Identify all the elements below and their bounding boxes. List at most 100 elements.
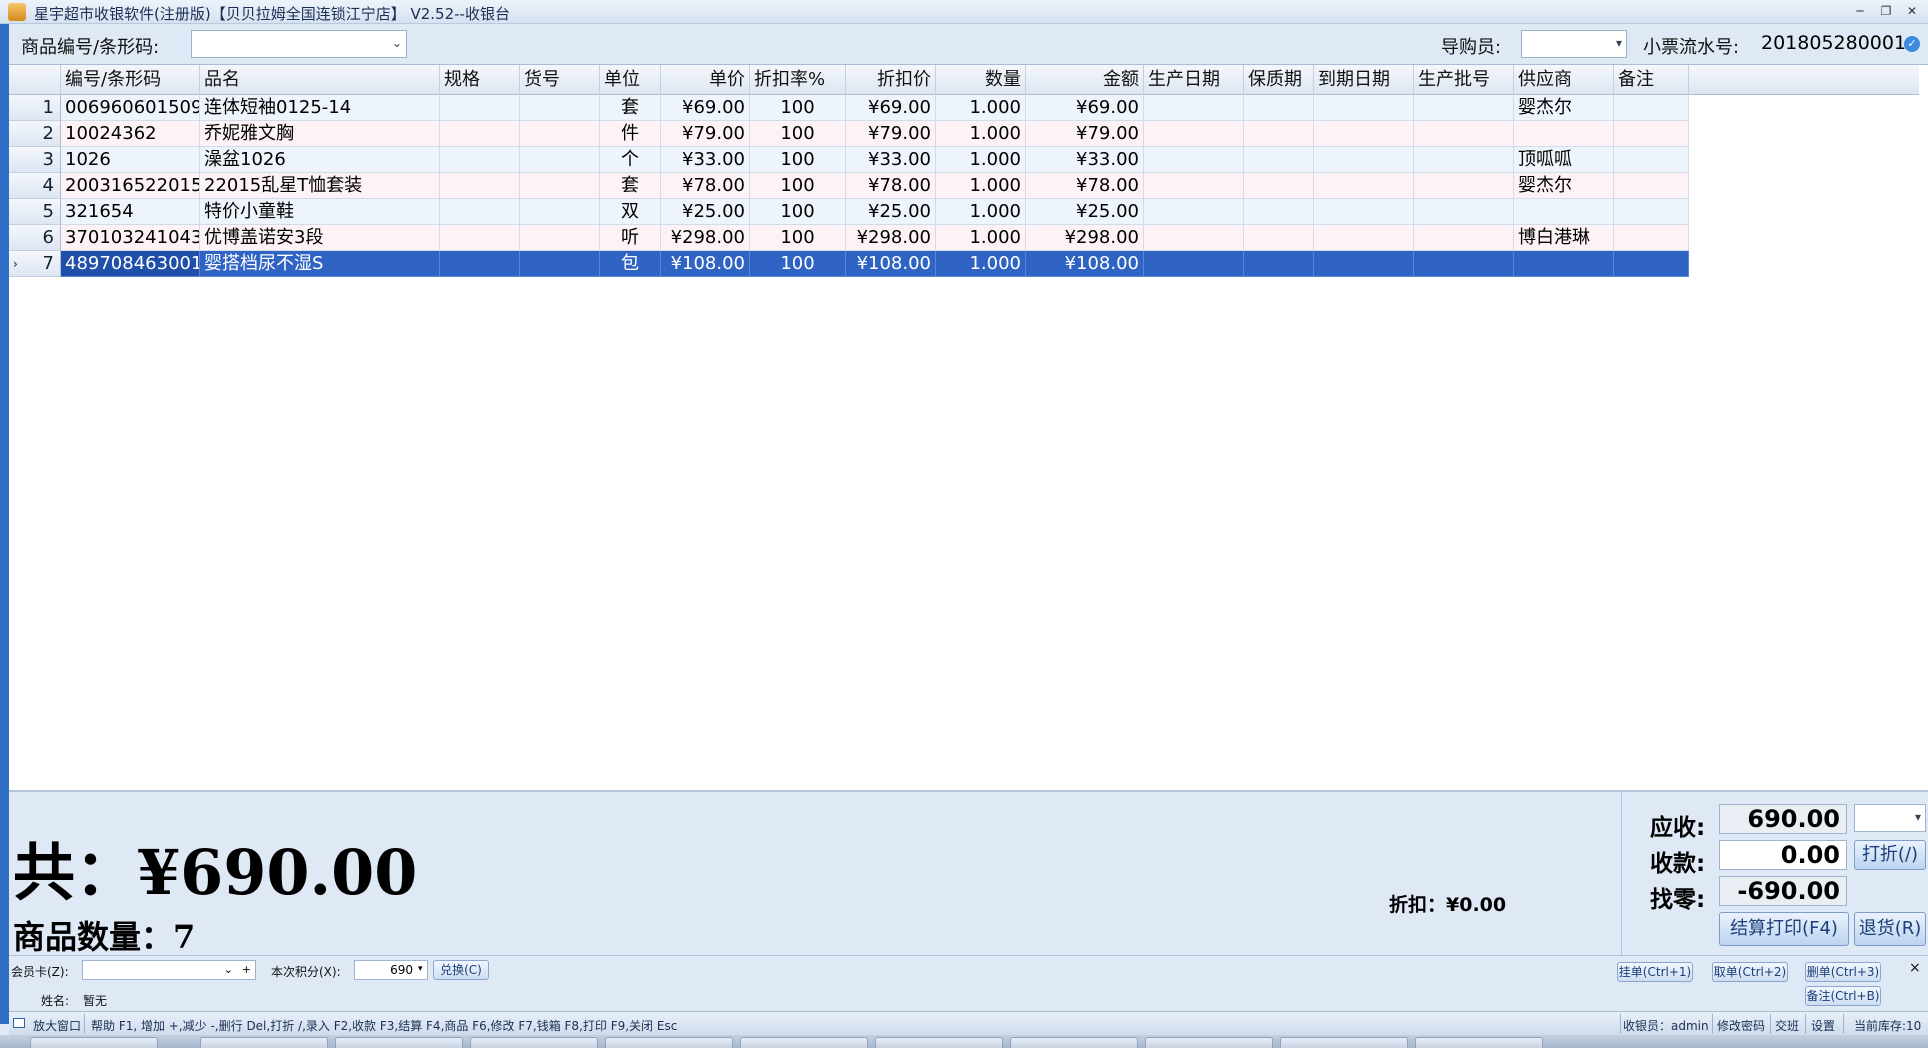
cell-qty[interactable]: 1.000 [936, 251, 1026, 277]
cell-unit[interactable]: 件 [600, 121, 661, 147]
col-header[interactable]: 备注 [1614, 65, 1689, 95]
cell-batch[interactable] [1414, 147, 1514, 173]
cell-supplier[interactable]: 博白港琳 [1514, 225, 1614, 251]
hold-order-button[interactable]: 挂单(Ctrl+1) [1617, 962, 1693, 982]
cell-code[interactable]: 1026 [61, 147, 200, 173]
cell-spec[interactable] [440, 95, 520, 121]
cell-note[interactable] [1614, 147, 1689, 173]
cell-batch[interactable] [1414, 225, 1514, 251]
cell-price[interactable]: ¥298.00 [661, 225, 750, 251]
cell-amount[interactable]: ¥33.00 [1026, 147, 1144, 173]
cell-rate[interactable]: 100 [750, 251, 846, 277]
received-input[interactable]: 0.00 [1719, 840, 1847, 870]
cell-code[interactable]: 4897084630010 [61, 251, 200, 277]
col-header[interactable]: 规格 [440, 65, 520, 95]
discount-combo[interactable]: ▾ [1854, 804, 1926, 832]
cell-rate[interactable]: 100 [750, 147, 846, 173]
cell-qty[interactable]: 1.000 [936, 95, 1026, 121]
cell-supplier[interactable]: 婴杰尔 [1514, 173, 1614, 199]
cell-unit[interactable]: 个 [600, 147, 661, 173]
delete-order-button[interactable]: 删单(Ctrl+3) [1805, 962, 1881, 982]
note-button[interactable]: 备注(Ctrl+B) [1805, 986, 1881, 1006]
cell-note[interactable] [1614, 225, 1689, 251]
row-number[interactable]: 6 [9, 225, 61, 251]
cell-price[interactable]: ¥25.00 [661, 199, 750, 225]
taskbar-item[interactable] [1415, 1037, 1543, 1048]
cell-sku[interactable] [520, 173, 600, 199]
cell-mfg[interactable] [1144, 225, 1244, 251]
cell-spec[interactable] [440, 147, 520, 173]
cell-code[interactable]: 3701032410436 [61, 225, 200, 251]
cell-name[interactable]: 优博盖诺安3段 [200, 225, 440, 251]
cell-code[interactable]: 321654 [61, 199, 200, 225]
taskbar-item[interactable] [470, 1037, 598, 1048]
cell-batch[interactable] [1414, 121, 1514, 147]
cell-dprice[interactable]: ¥69.00 [846, 95, 936, 121]
close-icon[interactable]: × [1909, 960, 1921, 976]
add-icon[interactable]: + [242, 961, 251, 979]
return-button[interactable]: 退货(R) [1854, 912, 1926, 946]
cell-code[interactable]: 2003165220151 [61, 173, 200, 199]
col-header[interactable]: 单位 [600, 65, 661, 95]
cell-rate[interactable]: 100 [750, 173, 846, 199]
shift-change-link[interactable]: 交班 [1775, 1017, 1799, 1034]
col-header[interactable]: 金额 [1026, 65, 1144, 95]
cell-spec[interactable] [440, 225, 520, 251]
taskbar-item[interactable] [1010, 1037, 1138, 1048]
discount-button[interactable]: 打折(/) [1854, 840, 1926, 870]
row-number[interactable]: 4 [9, 173, 61, 199]
cell-batch[interactable] [1414, 95, 1514, 121]
cell-unit[interactable]: 包 [600, 251, 661, 277]
taskbar-item[interactable] [200, 1037, 328, 1048]
cell-note[interactable] [1614, 199, 1689, 225]
col-header[interactable]: 保质期 [1244, 65, 1314, 95]
cell-exp[interactable] [1314, 147, 1414, 173]
cell-code[interactable]: 10024362 [61, 121, 200, 147]
cell-exp[interactable] [1314, 95, 1414, 121]
cell-amount[interactable]: ¥69.00 [1026, 95, 1144, 121]
cell-sku[interactable] [520, 251, 600, 277]
points-input[interactable]: 690 [354, 960, 428, 980]
cell-shelf[interactable] [1244, 199, 1314, 225]
cell-sku[interactable] [520, 199, 600, 225]
exchange-button[interactable]: 兑换(C) [433, 960, 489, 980]
cell-unit[interactable]: 套 [600, 95, 661, 121]
cell-note[interactable] [1614, 251, 1689, 277]
cell-mfg[interactable] [1144, 251, 1244, 277]
guide-combo[interactable]: ▾ [1521, 30, 1627, 58]
cell-mfg[interactable] [1144, 121, 1244, 147]
cell-shelf[interactable] [1244, 251, 1314, 277]
cell-unit[interactable]: 双 [600, 199, 661, 225]
cell-rate[interactable]: 100 [750, 225, 846, 251]
cell-amount[interactable]: ¥78.00 [1026, 173, 1144, 199]
cell-amount[interactable]: ¥298.00 [1026, 225, 1144, 251]
cell-name[interactable]: 乔妮雅文胸 [200, 121, 440, 147]
taskbar-item[interactable] [1145, 1037, 1273, 1048]
cell-amount[interactable]: ¥79.00 [1026, 121, 1144, 147]
table-row[interactable]: 2 10024362 乔妮雅文胸件 ¥79.00 100 ¥79.00 1.000 ¥79.0… [9, 121, 1689, 147]
checkout-print-button[interactable]: 结算打印(F4) [1719, 912, 1849, 946]
cell-supplier[interactable]: 顶呱呱 [1514, 147, 1614, 173]
table-row[interactable]: 1 006960601509 连体短袖0125-14 套 ¥69.00 100 ¥69.00… [9, 95, 1689, 121]
cell-name[interactable]: 特价小童鞋 [200, 199, 440, 225]
table-row[interactable]: 3 1026 澡盆1026 个 ¥33.00 100 ¥33.00 1.000 ¥33.00 顶呱… [9, 147, 1689, 173]
cell-rate[interactable]: 100 [750, 121, 846, 147]
cell-sku[interactable] [520, 147, 600, 173]
barcode-combo[interactable]: ⌄ [191, 30, 407, 58]
cell-shelf[interactable] [1244, 225, 1314, 251]
cell-dprice[interactable]: ¥298.00 [846, 225, 936, 251]
member-card-input[interactable]: ⌄ + [82, 960, 256, 980]
cell-qty[interactable]: 1.000 [936, 225, 1026, 251]
col-header[interactable]: 折扣价 [846, 65, 936, 95]
col-header[interactable]: 到期日期 [1314, 65, 1414, 95]
cell-sku[interactable] [520, 225, 600, 251]
taskbar-item[interactable] [875, 1037, 1003, 1048]
cell-qty[interactable]: 1.000 [936, 121, 1026, 147]
help-icon[interactable]: ✓ [1904, 36, 1920, 52]
cell-batch[interactable] [1414, 251, 1514, 277]
cell-unit[interactable]: 听 [600, 225, 661, 251]
row-number[interactable]: 2 [9, 121, 61, 147]
cell-dprice[interactable]: ¥33.00 [846, 147, 936, 173]
cell-dprice[interactable]: ¥79.00 [846, 121, 936, 147]
cell-qty[interactable]: 1.000 [936, 147, 1026, 173]
